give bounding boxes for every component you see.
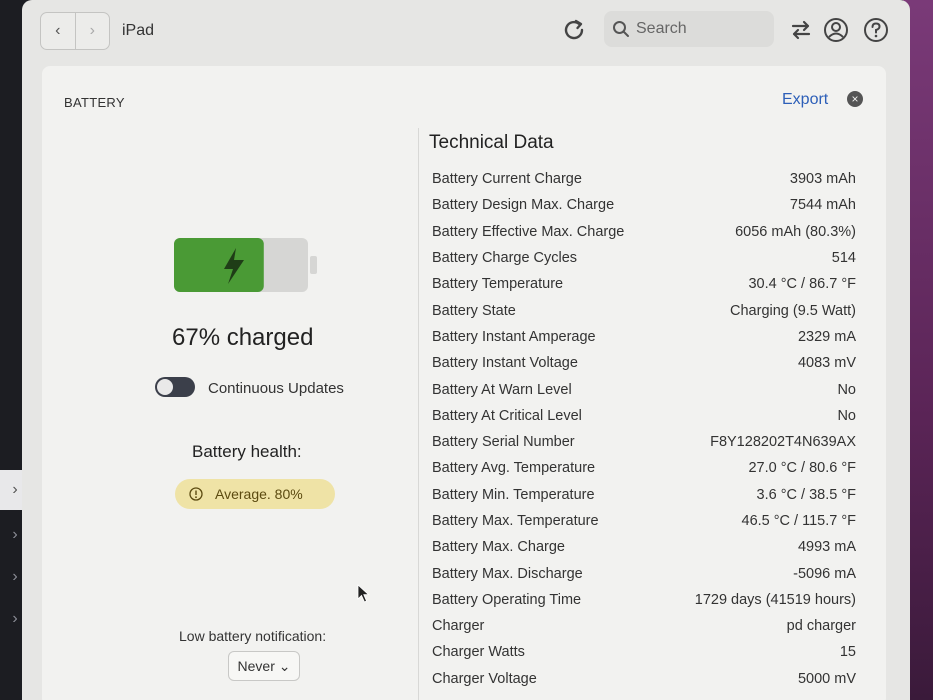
tech-data-row: Battery Max. Temperature 46.5 °C / 115.7 … xyxy=(432,508,856,534)
tech-data-row: Battery Operating Time 1729 days (41519 h… xyxy=(432,587,856,613)
forward-button[interactable]: › xyxy=(74,13,110,49)
mouse-pointer-icon xyxy=(357,584,370,603)
tech-data-row: Battery At Warn Level No xyxy=(432,376,856,402)
tech-data-value: 30.4 °C / 86.7 °F xyxy=(748,276,856,293)
battery-fill xyxy=(174,238,264,292)
tech-data-row: Battery Max. Charge 4993 mA xyxy=(432,534,856,560)
low-battery-notification-label: Low battery notification: xyxy=(179,628,327,644)
low-battery-notification-select[interactable]: Never ⌄ xyxy=(228,651,300,681)
tech-data-label: Battery Operating Time xyxy=(432,591,582,608)
tech-data-label: Battery Instant Amperage xyxy=(432,328,596,345)
chevron-left-icon: ‹ xyxy=(55,22,61,39)
help-icon[interactable] xyxy=(863,17,889,43)
select-value: Never ⌄ xyxy=(237,657,291,674)
tech-data-label: Battery Serial Number xyxy=(432,434,575,451)
nav-button-group: ‹ › xyxy=(40,12,110,50)
tech-data-value: Charging (9.5 Watt) xyxy=(730,302,856,319)
tech-data-label: Charger Watts xyxy=(432,644,525,661)
tech-data-label: Battery Design Max. Charge xyxy=(432,197,615,214)
tech-data-label: Battery At Warn Level xyxy=(432,381,572,398)
tech-data-value: 5000 mV xyxy=(797,670,856,687)
tech-data-value: 3903 mAh xyxy=(789,171,856,188)
tech-data-row: Battery Min. Temperature 3.6 °C / 38.5 °F xyxy=(432,482,856,508)
refresh-icon[interactable] xyxy=(560,16,588,44)
tech-data-label: Battery Max. Charge xyxy=(432,539,565,556)
tech-data-row: Battery Charge Cycles 514 xyxy=(432,245,856,271)
tech-data-label: Battery At Critical Level xyxy=(432,407,582,424)
back-button[interactable]: ‹ xyxy=(41,13,75,49)
battery-health-title: Battery health: xyxy=(192,442,302,461)
tech-data-label: Charger Voltage xyxy=(432,670,537,687)
battery-icon xyxy=(174,238,317,292)
tech-data-label: Battery Charge Cycles xyxy=(432,250,578,267)
tech-data-row: Charger pd charger xyxy=(432,613,856,639)
battery-health-value: Average. 80% xyxy=(215,486,303,502)
tech-data-label: Battery State xyxy=(432,302,516,319)
account-icon[interactable] xyxy=(823,17,849,43)
tech-data-row: Battery Avg. Temperature 27.0 °C / 80.6 °… xyxy=(432,455,856,481)
tech-data-label: Charger xyxy=(432,618,485,635)
tech-data-row: Battery State Charging (9.5 Watt) xyxy=(432,297,856,323)
device-title: iPad xyxy=(122,22,155,39)
tech-data-value: 7544 mAh xyxy=(789,197,856,214)
tech-data-label: Battery Current Charge xyxy=(432,171,582,188)
search-input[interactable] xyxy=(636,20,766,38)
charge-percentage: 67% charged xyxy=(172,324,314,351)
tech-data-row: Battery Instant Amperage 2329 mA xyxy=(432,324,856,350)
section-label: BATTERY xyxy=(64,95,125,110)
chevron-right-icon: › xyxy=(89,22,95,39)
export-button[interactable]: Export xyxy=(782,91,828,109)
tech-data-row: Battery Current Charge 3903 mAh xyxy=(432,166,856,192)
tech-data-value: 4993 mA xyxy=(797,539,856,556)
toolbar: ‹ › iPad xyxy=(22,0,910,62)
tech-data-row: Battery Serial Number F8Y128202T4N639AX xyxy=(432,429,856,455)
transfer-arrows-icon[interactable] xyxy=(788,17,814,43)
battery-panel: BATTERY Export × 67% charged Continuous … xyxy=(42,66,886,700)
tech-data-row: Battery Instant Voltage 4083 mV xyxy=(432,350,856,376)
tech-data-value: 3.6 °C / 38.5 °F xyxy=(756,486,856,503)
info-icon xyxy=(189,487,203,501)
tech-data-row: Battery Temperature 30.4 °C / 86.7 °F xyxy=(432,271,856,297)
battery-terminal xyxy=(310,256,317,274)
tech-data-value: 2329 mA xyxy=(797,328,856,345)
tech-data-label: Battery Min. Temperature xyxy=(432,486,595,503)
tech-data-row: Charger Watts 15 xyxy=(432,639,856,665)
tech-data-row: Battery Design Max. Charge 7544 mAh xyxy=(432,192,856,218)
tech-data-value: 27.0 °C / 80.6 °F xyxy=(748,460,856,477)
tech-data-value: 15 xyxy=(839,644,856,661)
continuous-updates-toggle[interactable] xyxy=(155,377,195,397)
tech-data-value: No xyxy=(837,407,856,424)
app-window: ‹ › iPad BAT xyxy=(22,0,910,700)
tech-data-label: Battery Max. Discharge xyxy=(432,565,583,582)
technical-data-list: Battery Current Charge 3903 mAh Battery De… xyxy=(432,166,856,692)
battery-health-badge: Average. 80% xyxy=(175,479,335,509)
tech-data-value: 6056 mAh (80.3%) xyxy=(735,223,856,240)
continuous-updates-label: Continuous Updates xyxy=(208,380,344,397)
tech-data-row: Battery Effective Max. Charge 6056 mAh (8… xyxy=(432,219,856,245)
tech-data-value: -5096 mA xyxy=(793,565,856,582)
tech-data-value: 46.5 °C / 115.7 °F xyxy=(741,513,857,529)
search-field[interactable] xyxy=(604,11,774,47)
tech-data-value: No xyxy=(837,381,856,398)
tech-data-value: 4083 mV xyxy=(797,355,856,372)
tech-data-label: Battery Effective Max. Charge xyxy=(432,223,625,240)
search-icon xyxy=(613,21,629,37)
tech-data-label: Battery Avg. Temperature xyxy=(432,460,596,477)
tech-data-label: Battery Instant Voltage xyxy=(432,355,578,372)
tech-data-row: Charger Voltage 5000 mV xyxy=(432,666,856,692)
tech-data-label: Battery Temperature xyxy=(432,276,564,293)
tech-data-value: pd charger xyxy=(786,618,856,635)
close-icon[interactable]: × xyxy=(847,91,863,107)
tech-data-value: 514 xyxy=(831,250,856,267)
tech-data-label: Battery Max. Temperature xyxy=(432,513,599,529)
tech-data-row: Battery Max. Discharge -5096 mA xyxy=(432,560,856,586)
column-divider xyxy=(418,128,419,700)
technical-data-title: Technical Data xyxy=(429,132,554,153)
toggle-knob xyxy=(157,379,173,395)
tech-data-value: 1729 days (41519 hours) xyxy=(694,591,856,608)
tech-data-value: F8Y128202T4N639AX xyxy=(710,434,856,451)
tech-data-row: Battery At Critical Level No xyxy=(432,403,856,429)
